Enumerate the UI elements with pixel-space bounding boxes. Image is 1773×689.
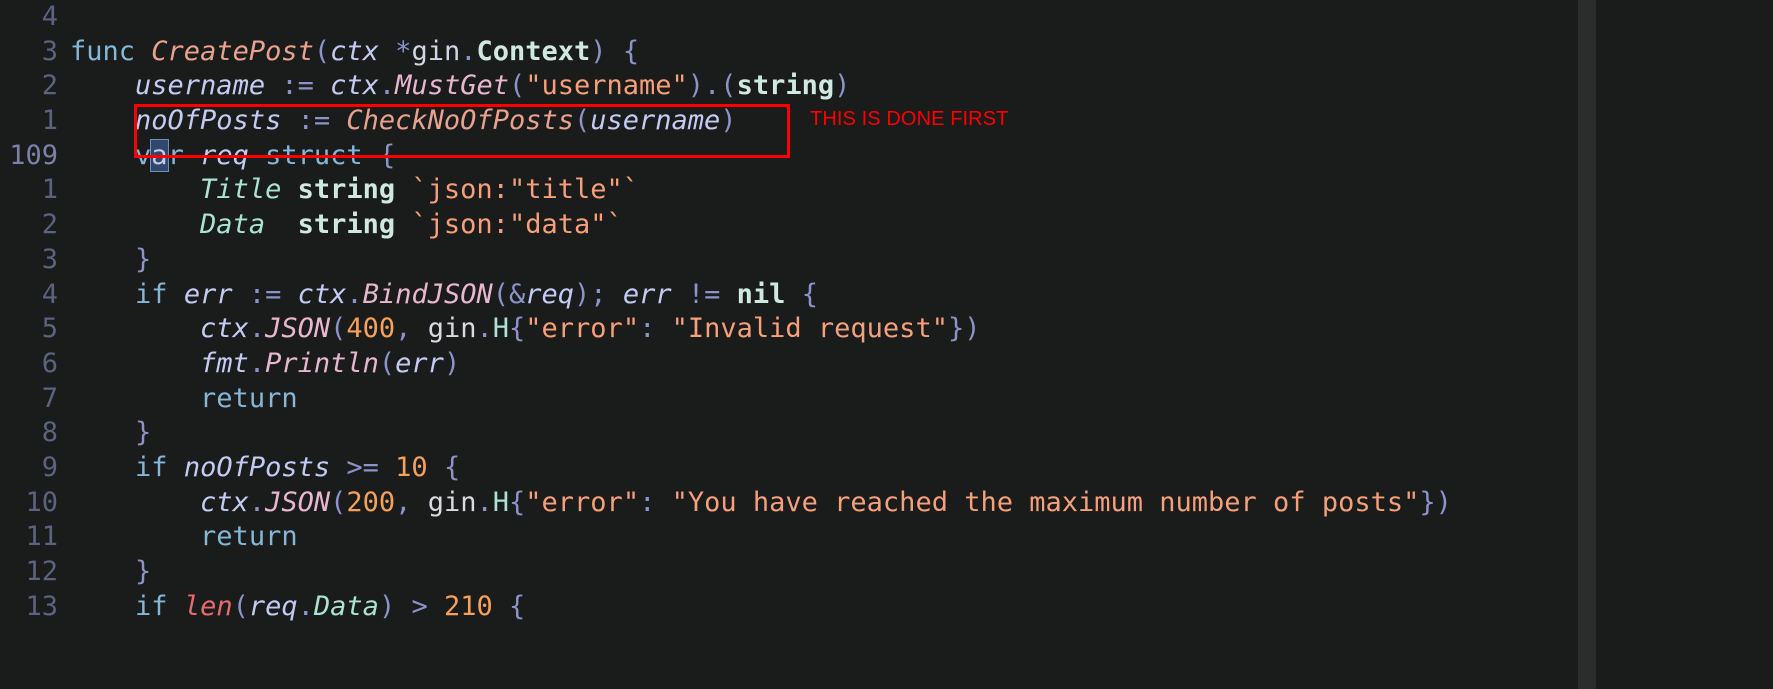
code-line[interactable]: 7 return xyxy=(0,382,1773,417)
annotation-label: THIS IS DONE FIRST xyxy=(810,108,1009,130)
line-number: 9 xyxy=(41,451,58,483)
line-number: 10 xyxy=(25,486,58,518)
text-cursor: a xyxy=(150,138,169,172)
line-content[interactable]: ctx.JSON(200, gin.H{"error": "You have r… xyxy=(70,486,1773,521)
line-number: 2 xyxy=(41,70,58,102)
code-editor[interactable]: 4 3 func CreatePost(ctx *gin.Context) { … xyxy=(0,0,1773,624)
line-content[interactable]: fmt.Println(err) xyxy=(70,347,1773,382)
line-content[interactable]: } xyxy=(70,416,1773,451)
line-content[interactable]: if len(req.Data) > 210 { xyxy=(70,590,1773,625)
code-line[interactable]: 2 username := ctx.MustGet("username").(s… xyxy=(0,69,1773,104)
code-line[interactable]: 8 } xyxy=(0,416,1773,451)
line-number: 7 xyxy=(41,382,58,414)
line-content[interactable]: } xyxy=(70,243,1773,278)
line-content[interactable]: if noOfPosts >= 10 { xyxy=(70,451,1773,486)
line-content[interactable]: return xyxy=(70,520,1773,555)
line-content[interactable]: ctx.JSON(400, gin.H{"error": "Invalid re… xyxy=(70,312,1773,347)
code-line[interactable]: 11 return xyxy=(0,520,1773,555)
code-line-current[interactable]: 109 var req struct { xyxy=(0,138,1773,174)
code-line[interactable]: 10 ctx.JSON(200, gin.H{"error": "You hav… xyxy=(0,486,1773,521)
line-number: 11 xyxy=(25,521,58,553)
code-line[interactable]: 5 ctx.JSON(400, gin.H{"error": "Invalid … xyxy=(0,312,1773,347)
code-line[interactable]: 4 if err := ctx.BindJSON(&req); err != n… xyxy=(0,278,1773,313)
line-content[interactable]: return xyxy=(70,382,1773,417)
line-content[interactable]: var req struct { xyxy=(70,138,1773,174)
line-content[interactable]: func CreatePost(ctx *gin.Context) { xyxy=(70,35,1773,70)
code-line[interactable]: 13 if len(req.Data) > 210 { xyxy=(0,590,1773,625)
line-number: 1 xyxy=(41,105,58,137)
code-line[interactable]: 12 } xyxy=(0,555,1773,590)
line-number-current: 109 xyxy=(9,139,58,171)
line-number: 2 xyxy=(41,209,58,241)
line-number: 3 xyxy=(41,243,58,275)
line-number: 4 xyxy=(41,278,58,310)
line-number: 12 xyxy=(25,556,58,587)
line-number: 6 xyxy=(41,347,58,379)
code-line[interactable]: 6 fmt.Println(err) xyxy=(0,347,1773,382)
line-content[interactable]: username := ctx.MustGet("username").(str… xyxy=(70,69,1773,104)
line-content[interactable]: } xyxy=(70,555,1773,590)
line-content[interactable]: Data string `json:"data"` xyxy=(70,208,1773,243)
line-content[interactable]: if err := ctx.BindJSON(&req); err != nil… xyxy=(70,278,1773,313)
line-content[interactable]: Title string `json:"title"` xyxy=(70,173,1773,208)
code-line[interactable]: 2 Data string `json:"data"` xyxy=(0,208,1773,243)
line-number: 5 xyxy=(41,313,58,345)
line-number: 3 xyxy=(41,35,58,67)
editor-screenshot: 4 3 func CreatePost(ctx *gin.Context) { … xyxy=(0,0,1773,689)
line-number: 4 xyxy=(41,1,58,32)
line-number: 8 xyxy=(41,417,58,449)
line-number: 1 xyxy=(41,174,58,206)
code-line[interactable]: 9 if noOfPosts >= 10 { xyxy=(0,451,1773,486)
line-number: 13 xyxy=(25,590,58,622)
code-line[interactable]: 1 Title string `json:"title"` xyxy=(0,173,1773,208)
code-line[interactable]: 3 } xyxy=(0,243,1773,278)
code-line[interactable]: 3 func CreatePost(ctx *gin.Context) { xyxy=(0,35,1773,70)
code-line[interactable]: 4 xyxy=(0,0,1773,35)
